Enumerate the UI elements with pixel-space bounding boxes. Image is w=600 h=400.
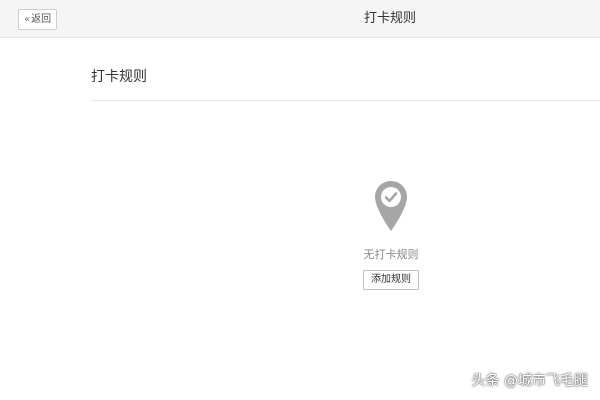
add-rule-button[interactable]: 添加规则 <box>363 270 419 290</box>
section-divider <box>91 100 600 101</box>
double-chevron-left-icon: « <box>24 14 31 25</box>
page: « 返回 打卡规则 打卡规则 无打卡规则 添加规则 头条 @城市飞毛腿 <box>0 0 600 400</box>
empty-state: 无打卡规则 添加规则 <box>331 180 451 290</box>
section-title: 打卡规则 <box>91 69 147 85</box>
back-button[interactable]: « 返回 <box>18 9 58 30</box>
empty-state-message: 无打卡规则 <box>363 248 419 261</box>
page-title: 打卡规则 <box>363 11 416 26</box>
top-bar: « 返回 打卡规则 <box>0 0 600 38</box>
watermark-text: 头条 @城市飞毛腿 <box>471 373 588 389</box>
back-button-label: 返回 <box>31 14 52 25</box>
location-pin-check-icon <box>375 181 407 231</box>
